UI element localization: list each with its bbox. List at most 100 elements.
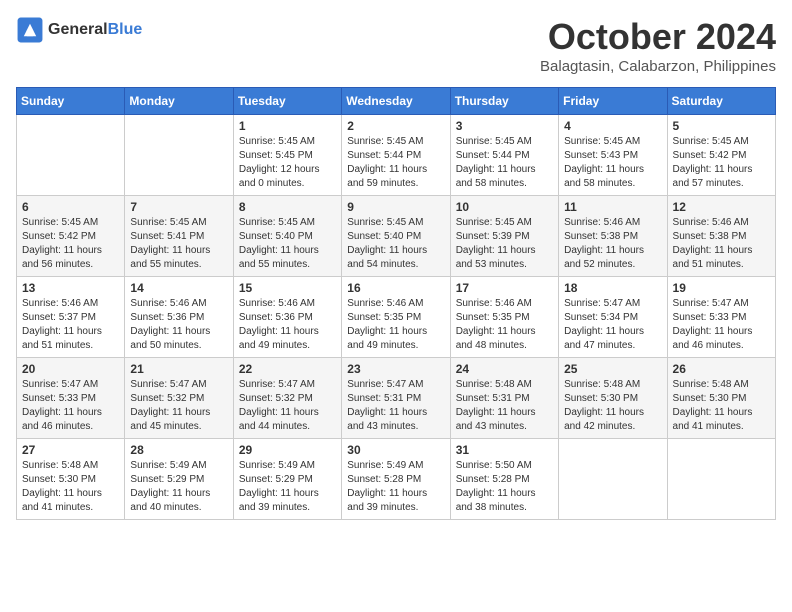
day-number: 20 <box>22 362 119 376</box>
day-number: 8 <box>239 200 336 214</box>
calendar-cell: 22 Sunrise: 5:47 AMSunset: 5:32 PMDayligh… <box>233 358 341 439</box>
day-number: 21 <box>130 362 227 376</box>
calendar-week-2: 6 Sunrise: 5:45 AMSunset: 5:42 PMDaylight… <box>17 196 776 277</box>
day-info: Sunrise: 5:47 AMSunset: 5:31 PMDaylight:… <box>347 378 444 434</box>
calendar-week-1: 1Sunrise: 5:45 AMSunset: 5:45 PMDaylight… <box>17 115 776 196</box>
header-friday: Friday <box>559 88 667 115</box>
calendar-table: SundayMondayTuesdayWednesdayThursdayFrid… <box>16 87 776 520</box>
day-info: Sunrise: 5:46 AMSunset: 5:35 PMDaylight:… <box>347 297 444 353</box>
calendar-cell <box>667 439 775 520</box>
calendar-cell: 11Sunrise: 5:46 AMSunset: 5:38 PMDayligh… <box>559 196 667 277</box>
calendar-cell <box>17 115 125 196</box>
day-number: 27 <box>22 443 119 457</box>
calendar-cell: 27 Sunrise: 5:48 AMSunset: 5:30 PMDayligh… <box>17 439 125 520</box>
day-number: 6 <box>22 200 119 214</box>
calendar-week-5: 27 Sunrise: 5:48 AMSunset: 5:30 PMDayligh… <box>17 439 776 520</box>
calendar-cell: 10 Sunrise: 5:45 AMSunset: 5:39 PMDayligh… <box>450 196 558 277</box>
calendar-cell: 1Sunrise: 5:45 AMSunset: 5:45 PMDaylight… <box>233 115 341 196</box>
day-info: Sunrise: 5:45 AMSunset: 5:42 PMDaylight:… <box>22 216 119 272</box>
day-number: 25 <box>564 362 661 376</box>
day-info: Sunrise: 5:45 AMSunset: 5:42 PMDaylight:… <box>673 135 770 191</box>
calendar-cell <box>559 439 667 520</box>
day-info: Sunrise: 5:47 AMSunset: 5:34 PMDaylight:… <box>564 297 661 353</box>
day-number: 29 <box>239 443 336 457</box>
day-number: 13 <box>22 281 119 295</box>
page-header: General Blue October 2024 Balagtasin, Ca… <box>16 16 776 75</box>
calendar-cell: 20 Sunrise: 5:47 AMSunset: 5:33 PMDayligh… <box>17 358 125 439</box>
day-number: 9 <box>347 200 444 214</box>
day-number: 11 <box>564 200 661 214</box>
calendar-cell: 19 Sunrise: 5:47 AMSunset: 5:33 PMDayligh… <box>667 277 775 358</box>
calendar-cell: 2 Sunrise: 5:45 AMSunset: 5:44 PMDaylight… <box>342 115 450 196</box>
day-number: 10 <box>456 200 553 214</box>
day-number: 7 <box>130 200 227 214</box>
calendar-cell: 17 Sunrise: 5:46 AMSunset: 5:35 PMDayligh… <box>450 277 558 358</box>
day-info: Sunrise: 5:45 AMSunset: 5:44 PMDaylight:… <box>456 135 553 191</box>
month-title: October 2024 <box>540 16 776 58</box>
day-number: 16 <box>347 281 444 295</box>
header-saturday: Saturday <box>667 88 775 115</box>
location-title: Balagtasin, Calabarzon, Philippines <box>540 58 776 75</box>
day-info: Sunrise: 5:49 AMSunset: 5:29 PMDaylight:… <box>239 459 336 515</box>
day-number: 5 <box>673 119 770 133</box>
day-number: 14 <box>130 281 227 295</box>
day-info: Sunrise: 5:45 AMSunset: 5:44 PMDaylight:… <box>347 135 444 191</box>
title-block: October 2024 Balagtasin, Calabarzon, Phi… <box>540 16 776 75</box>
calendar-cell: 3 Sunrise: 5:45 AMSunset: 5:44 PMDaylight… <box>450 115 558 196</box>
day-number: 12 <box>673 200 770 214</box>
day-number: 15 <box>239 281 336 295</box>
header-thursday: Thursday <box>450 88 558 115</box>
day-info: Sunrise: 5:45 AMSunset: 5:39 PMDaylight:… <box>456 216 553 272</box>
day-number: 26 <box>673 362 770 376</box>
calendar-cell: 9 Sunrise: 5:45 AMSunset: 5:40 PMDaylight… <box>342 196 450 277</box>
day-info: Sunrise: 5:48 AMSunset: 5:30 PMDaylight:… <box>22 459 119 515</box>
day-info: Sunrise: 5:45 AMSunset: 5:40 PMDaylight:… <box>347 216 444 272</box>
calendar-week-4: 20 Sunrise: 5:47 AMSunset: 5:33 PMDayligh… <box>17 358 776 439</box>
calendar-cell: 23 Sunrise: 5:47 AMSunset: 5:31 PMDayligh… <box>342 358 450 439</box>
day-info: Sunrise: 5:48 AMSunset: 5:30 PMDaylight:… <box>673 378 770 434</box>
day-info: Sunrise: 5:49 AMSunset: 5:28 PMDaylight:… <box>347 459 444 515</box>
day-info: Sunrise: 5:47 AMSunset: 5:32 PMDaylight:… <box>239 378 336 434</box>
day-info: Sunrise: 5:47 AMSunset: 5:33 PMDaylight:… <box>22 378 119 434</box>
day-info: Sunrise: 5:45 AMSunset: 5:41 PMDaylight:… <box>130 216 227 272</box>
day-info: Sunrise: 5:46 AMSunset: 5:36 PMDaylight:… <box>130 297 227 353</box>
calendar-cell: 28Sunrise: 5:49 AMSunset: 5:29 PMDayligh… <box>125 439 233 520</box>
header-wednesday: Wednesday <box>342 88 450 115</box>
calendar-cell: 18Sunrise: 5:47 AMSunset: 5:34 PMDayligh… <box>559 277 667 358</box>
calendar-week-3: 13 Sunrise: 5:46 AMSunset: 5:37 PMDayligh… <box>17 277 776 358</box>
calendar-cell: 12 Sunrise: 5:46 AMSunset: 5:38 PMDayligh… <box>667 196 775 277</box>
day-number: 19 <box>673 281 770 295</box>
day-number: 22 <box>239 362 336 376</box>
day-info: Sunrise: 5:48 AMSunset: 5:30 PMDaylight:… <box>564 378 661 434</box>
day-info: Sunrise: 5:46 AMSunset: 5:38 PMDaylight:… <box>673 216 770 272</box>
day-info: Sunrise: 5:46 AMSunset: 5:37 PMDaylight:… <box>22 297 119 353</box>
day-info: Sunrise: 5:47 AMSunset: 5:33 PMDaylight:… <box>673 297 770 353</box>
logo-blue: Blue <box>108 21 143 39</box>
day-number: 2 <box>347 119 444 133</box>
day-number: 30 <box>347 443 444 457</box>
day-number: 24 <box>456 362 553 376</box>
header-tuesday: Tuesday <box>233 88 341 115</box>
calendar-cell: 24Sunrise: 5:48 AMSunset: 5:31 PMDayligh… <box>450 358 558 439</box>
calendar-cell: 15Sunrise: 5:46 AMSunset: 5:36 PMDayligh… <box>233 277 341 358</box>
calendar-cell: 6 Sunrise: 5:45 AMSunset: 5:42 PMDaylight… <box>17 196 125 277</box>
day-number: 1 <box>239 119 336 133</box>
day-number: 4 <box>564 119 661 133</box>
day-number: 3 <box>456 119 553 133</box>
day-info: Sunrise: 5:50 AMSunset: 5:28 PMDaylight:… <box>456 459 553 515</box>
calendar-cell: 16 Sunrise: 5:46 AMSunset: 5:35 PMDayligh… <box>342 277 450 358</box>
day-number: 31 <box>456 443 553 457</box>
calendar-cell <box>125 115 233 196</box>
day-info: Sunrise: 5:45 AMSunset: 5:40 PMDaylight:… <box>239 216 336 272</box>
calendar-cell: 25 Sunrise: 5:48 AMSunset: 5:30 PMDayligh… <box>559 358 667 439</box>
day-number: 23 <box>347 362 444 376</box>
calendar-body: 1Sunrise: 5:45 AMSunset: 5:45 PMDaylight… <box>17 115 776 520</box>
day-info: Sunrise: 5:46 AMSunset: 5:35 PMDaylight:… <box>456 297 553 353</box>
logo: General Blue <box>16 16 142 44</box>
logo-general: General <box>48 21 108 39</box>
day-info: Sunrise: 5:47 AMSunset: 5:32 PMDaylight:… <box>130 378 227 434</box>
calendar-header-row: SundayMondayTuesdayWednesdayThursdayFrid… <box>17 88 776 115</box>
day-number: 17 <box>456 281 553 295</box>
calendar-cell: 30 Sunrise: 5:49 AMSunset: 5:28 PMDayligh… <box>342 439 450 520</box>
header-monday: Monday <box>125 88 233 115</box>
